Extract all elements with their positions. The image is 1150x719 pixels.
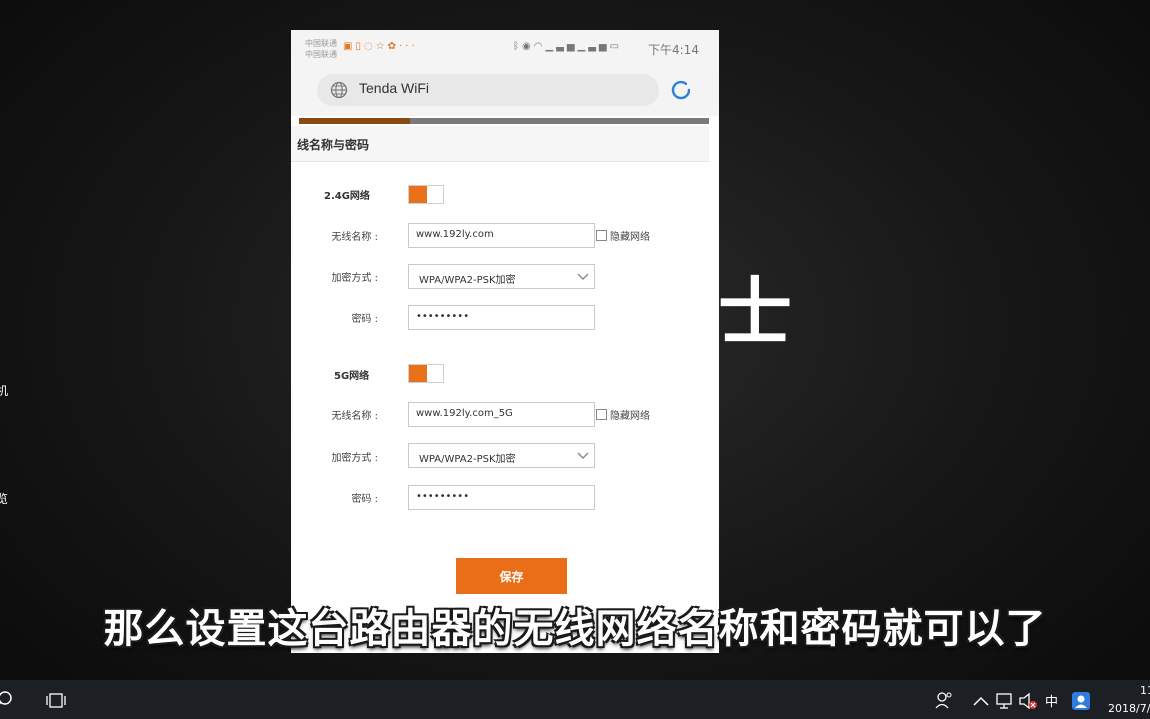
carrier-1: 中国联通 — [305, 39, 337, 48]
taskbar: 中 11 2018/7/ — [0, 680, 1150, 719]
background-text-left-1: 机 — [0, 384, 9, 398]
url-field[interactable]: Tenda WiFi — [317, 74, 659, 106]
section-title: 线名称与密码 — [297, 138, 370, 152]
network-5g-hide-checkbox[interactable]: 隐藏网络 — [596, 407, 650, 422]
network-5g-title: 5G网络 — [334, 371, 370, 382]
network-24g-security-select[interactable]: WPA/WPA2-PSK加密 — [408, 264, 595, 289]
phone-screen: 中国联通 中国联通 ▣▯◌☆✿··· ᛒ◉◠▁▃▅▁▃▅▭ 下午4:14 Ten… — [291, 30, 719, 653]
system-icons: ᛒ◉◠▁▃▅▁▃▅▭ — [513, 41, 622, 52]
flower-icon: ✿ — [387, 41, 400, 52]
eye-icon: ◉ — [522, 41, 534, 52]
section-header: 线名称与密码 — [291, 126, 709, 162]
network-24g-ssid-label: 无线名称 : — [331, 232, 378, 243]
people-icon[interactable] — [934, 690, 954, 710]
network-24g-toggle[interactable] — [408, 185, 444, 204]
more-icon: ··· — [399, 41, 418, 52]
ghost-icon: ◌ — [363, 41, 376, 52]
checkbox-box[interactable] — [596, 409, 607, 420]
star-icon: ☆ — [375, 41, 388, 52]
network-5g-ssid-label: 无线名称 : — [331, 411, 378, 422]
volume-muted-icon[interactable] — [1018, 691, 1038, 711]
toggle-knob — [409, 365, 427, 382]
search-icon[interactable] — [0, 690, 16, 710]
status-bar: 中国联通 中国联通 ▣▯◌☆✿··· ᛒ◉◠▁▃▅▁▃▅▭ 下午4:14 — [291, 30, 719, 64]
network-icon[interactable] — [995, 691, 1015, 711]
chevron-down-icon — [577, 452, 589, 459]
network-24g-title: 2.4G网络 — [324, 191, 370, 202]
network-24g-security-label: 加密方式 : — [331, 273, 378, 284]
toggle-knob — [409, 186, 427, 203]
select-value: WPA/WPA2-PSK加密 — [419, 454, 516, 465]
chevron-up-icon[interactable] — [971, 692, 991, 712]
url-text: Tenda WiFi — [359, 80, 430, 96]
network-24g-password-input[interactable]: ••••••••• — [408, 305, 595, 330]
signal-icon-1: ▁▃▅ — [545, 41, 578, 52]
app-notification-icon: ▣ — [343, 41, 356, 52]
wifi-icon: ◠ — [533, 41, 546, 52]
background-text-left-2: 览 — [0, 492, 9, 506]
battery-icon: ▭ — [609, 41, 623, 52]
signal-icon-2: ▁▃▅ — [577, 41, 610, 52]
clock-time[interactable]: 11 — [1140, 684, 1150, 697]
network-24g-password-label: 密码 : — [351, 314, 378, 325]
app-tray-icon[interactable] — [1071, 691, 1091, 711]
network-24g-ssid-input[interactable]: www.192ly.com — [408, 223, 595, 248]
select-value: WPA/WPA2-PSK加密 — [419, 275, 516, 286]
network-5g-ssid-input[interactable]: www.192ly.com_5G — [408, 402, 595, 427]
background-text-right: 士 — [718, 270, 792, 356]
network-5g-security-label: 加密方式 : — [331, 453, 378, 464]
checkbox-box[interactable] — [596, 230, 607, 241]
network-24g-hide-checkbox[interactable]: 隐藏网络 — [596, 228, 650, 243]
status-time: 下午4:14 — [648, 43, 699, 57]
network-5g-password-input[interactable]: ••••••••• — [408, 485, 595, 510]
page-load-progress-fill — [299, 118, 410, 124]
reload-icon[interactable] — [669, 78, 693, 102]
notification-icons: ▣▯◌☆✿··· — [343, 41, 418, 52]
task-view-icon[interactable] — [46, 691, 66, 711]
ime-indicator[interactable]: 中 — [1045, 691, 1058, 710]
hide-network-label: 隐藏网络 — [610, 411, 650, 422]
carrier-info: 中国联通 中国联通 — [305, 38, 337, 60]
carrier-2: 中国联通 — [305, 50, 337, 59]
browser-address-bar: Tenda WiFi — [291, 64, 719, 116]
network-5g-toggle[interactable] — [408, 364, 444, 383]
chevron-down-icon — [577, 273, 589, 280]
clock-date[interactable]: 2018/7/ — [1108, 702, 1150, 715]
network-5g-password-label: 密码 : — [351, 494, 378, 505]
hide-network-label: 隐藏网络 — [610, 232, 650, 243]
globe-icon — [330, 81, 348, 99]
save-button[interactable]: 保存 — [456, 558, 567, 594]
battery-small-icon: ▯ — [355, 41, 364, 52]
bluetooth-icon: ᛒ — [513, 41, 522, 52]
video-subtitle: 那么设置这台路由器的无线网络名称和密码就可以了 — [103, 606, 1047, 652]
network-5g-security-select[interactable]: WPA/WPA2-PSK加密 — [408, 443, 595, 468]
page-load-progress — [299, 118, 709, 124]
